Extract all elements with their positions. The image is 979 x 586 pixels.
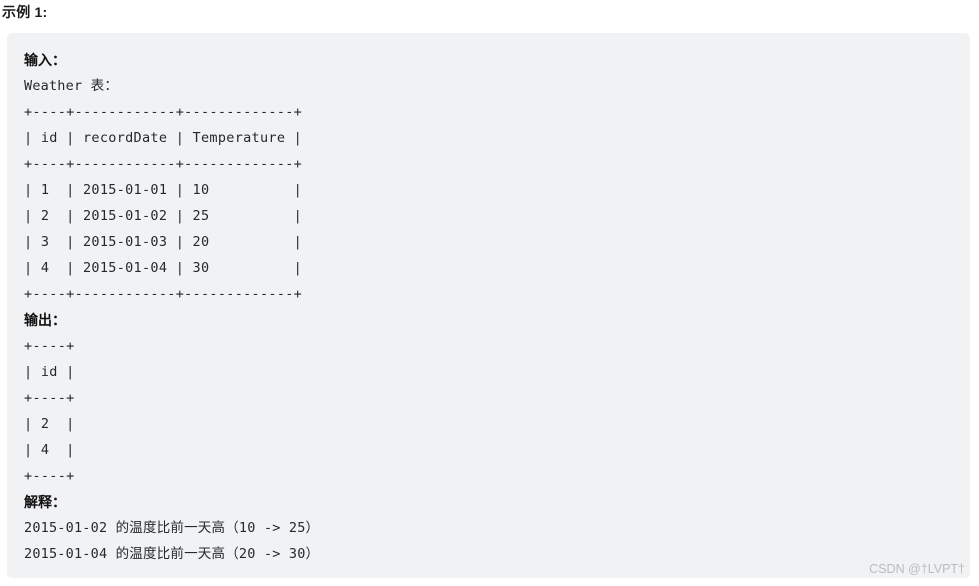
explanation-line: 2015-01-02 的温度比前一天高（10 -> 25） xyxy=(24,520,320,536)
table-row: | 4 | 2015-01-04 | 30 | xyxy=(24,260,303,276)
input-table-header-separator: +----+------------+-------------+ xyxy=(24,156,303,172)
table-row: | 4 | xyxy=(24,442,75,458)
explanation-label: 解释： xyxy=(24,494,66,510)
output-table-top-border: +----+ xyxy=(24,338,75,354)
output-table-header-separator: +----+ xyxy=(24,390,75,406)
table-row: | 3 | 2015-01-03 | 20 | xyxy=(24,234,303,250)
input-table-header-row: | id | recordDate | Temperature | xyxy=(24,130,303,146)
input-label: 输入： xyxy=(24,52,66,68)
page-title: 示例 1: xyxy=(2,4,48,20)
output-label: 输出： xyxy=(24,312,66,328)
explanation-line: 2015-01-04 的温度比前一天高（20 -> 30） xyxy=(24,546,320,562)
input-table-bottom-border: +----+------------+-------------+ xyxy=(24,286,303,302)
table-row: | 2 | xyxy=(24,416,75,432)
csdn-watermark: CSDN @†LVPT† xyxy=(869,562,965,576)
table-row: | 1 | 2015-01-01 | 10 | xyxy=(24,182,303,198)
output-table-header-row: | id | xyxy=(24,364,75,380)
example-code-block: 输入： Weather 表： +----+------------+------… xyxy=(7,33,970,578)
input-table-caption: Weather 表： xyxy=(24,78,119,94)
output-table-bottom-border: +----+ xyxy=(24,468,75,484)
table-row: | 2 | 2015-01-02 | 25 | xyxy=(24,208,303,224)
input-table-top-border: +----+------------+-------------+ xyxy=(24,104,303,120)
